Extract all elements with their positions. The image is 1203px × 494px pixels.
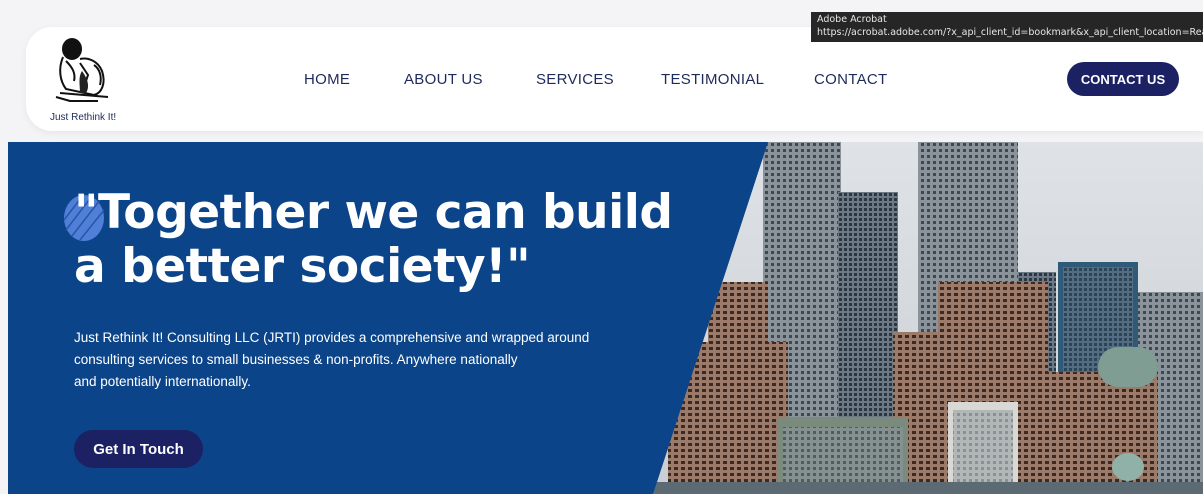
- nav-about-us[interactable]: ABOUT US: [404, 71, 483, 88]
- tooltip-title: Adobe Acrobat: [817, 14, 887, 25]
- get-in-touch-button[interactable]: Get In Touch: [74, 430, 203, 468]
- browser-tooltip: Adobe Acrobat https://acrobat.adobe.com/…: [811, 12, 1203, 42]
- hero-section: "Together we can build a better society!…: [8, 142, 1203, 494]
- thinker-logo-icon: [55, 38, 109, 102]
- nav-testimonial[interactable]: TESTIMONIAL: [661, 71, 764, 88]
- contact-us-button[interactable]: CONTACT US: [1067, 62, 1179, 96]
- page: Adobe Acrobat https://acrobat.adobe.com/…: [0, 0, 1203, 494]
- hero-title-line-2: a better society!": [74, 239, 531, 294]
- logo-text: Just Rethink It!: [50, 112, 117, 123]
- site-header: Just Rethink It! HOME ABOUT US SERVICES …: [26, 27, 1203, 131]
- nav-contact[interactable]: CONTACT: [814, 71, 887, 88]
- hero-title: "Together we can build a better society!…: [74, 186, 673, 294]
- nav-home[interactable]: HOME: [304, 71, 350, 88]
- hero-description: Just Rethink It! Consulting LLC (JRTI) p…: [74, 327, 634, 393]
- hero-desc-line-3: and potentially internationally.: [74, 374, 251, 389]
- hero-desc-line-1: Just Rethink It! Consulting LLC (JRTI) p…: [74, 330, 590, 345]
- logo[interactable]: Just Rethink It!: [36, 35, 128, 123]
- tooltip-url: https://acrobat.adobe.com/?x_api_client_…: [817, 27, 1203, 38]
- hero-desc-line-2: consulting services to small businesses …: [74, 352, 518, 367]
- nav-services[interactable]: SERVICES: [536, 71, 614, 88]
- hero-title-line-1: "Together we can build: [74, 185, 673, 240]
